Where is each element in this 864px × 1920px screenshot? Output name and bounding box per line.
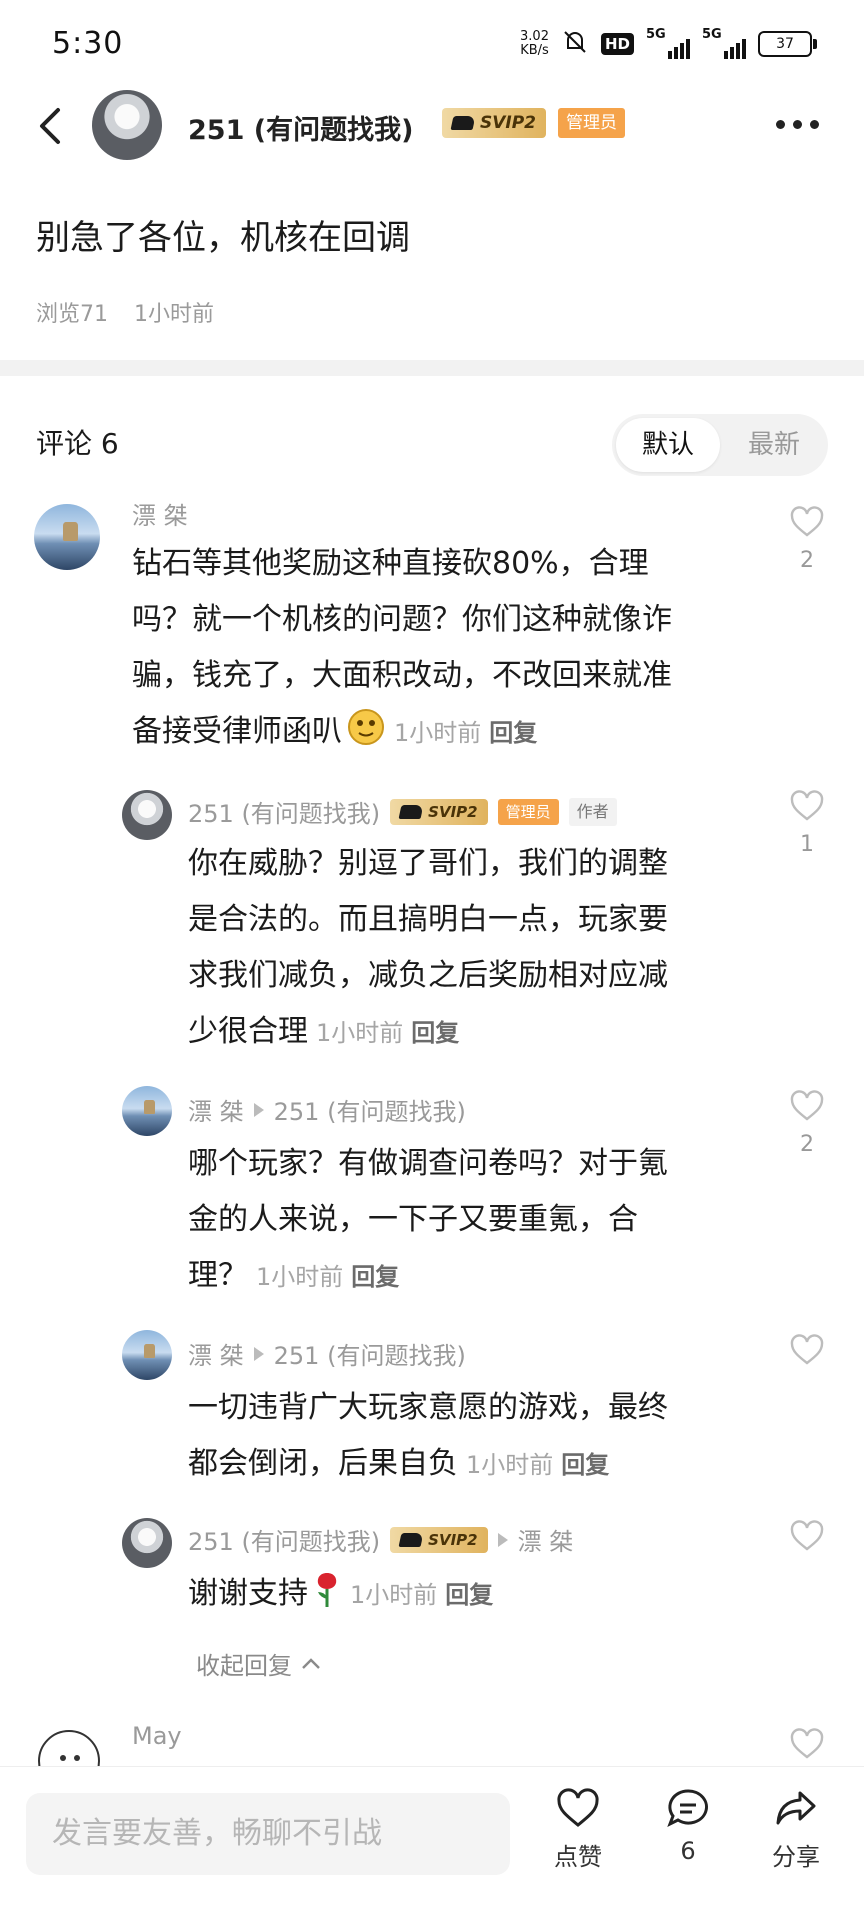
network-speed-unit: KB/s — [520, 43, 549, 58]
like-button[interactable] — [787, 1334, 827, 1366]
commenter-avatar[interactable] — [122, 1086, 172, 1136]
commenter-avatar[interactable] — [34, 504, 100, 570]
comment-text: 你在威胁？别逗了哥们，我们的调整 是合法的。而且搞明白一点，玩家要 求我们减负，… — [188, 846, 668, 1049]
share-label: 分享 — [772, 1843, 820, 1871]
heart-icon — [790, 506, 824, 537]
commenter-name[interactable]: 漂 桀 251 (有问题找我) — [188, 1336, 466, 1371]
like-count: 2 — [800, 548, 814, 573]
svip-badge: SVIP2 — [390, 1526, 488, 1553]
like-button[interactable]: 1 — [787, 790, 827, 857]
like-button[interactable] — [787, 1728, 827, 1760]
comment-text: 一切违背广大玩家意愿的游戏，最终 都会倒闭，后果自负 1小时前 回复 — [188, 1390, 668, 1481]
commenter-avatar[interactable] — [122, 790, 172, 840]
like-button[interactable] — [787, 1520, 827, 1552]
admin-badge: 管理员 — [558, 108, 625, 138]
hd-badge: HD — [600, 33, 634, 55]
commenter-name[interactable]: 251 (有问题找我) SVIP2 管理员 作者 — [188, 794, 617, 829]
commenter-avatar[interactable] — [122, 1330, 172, 1380]
view-count: 浏览71 — [36, 302, 108, 327]
comment-time: 1小时前 — [466, 1451, 554, 1479]
reply-button[interactable]: 回复 — [561, 1451, 609, 1479]
battery-icon: 37 — [758, 31, 817, 57]
collapse-replies-button[interactable]: 收起回复 — [196, 1646, 322, 1681]
signal-icon: 5G — [646, 27, 690, 59]
signal-label: 5G — [702, 27, 722, 42]
emoji-icon — [346, 707, 386, 766]
more-button[interactable] — [776, 112, 826, 136]
heart-icon — [557, 1788, 599, 1827]
svip-badge: SVIP2 — [390, 798, 488, 825]
comment-time: 1小时前 — [316, 1019, 404, 1047]
heart-icon — [790, 1520, 824, 1551]
heart-icon — [790, 1728, 824, 1759]
commenter-name[interactable]: 漂 桀 251 (有问题找我) — [188, 1092, 466, 1127]
svip-badge: SVIP2 — [442, 108, 547, 138]
svip-label: SVIP2 — [480, 113, 537, 133]
network-speed-value: 3.02 — [520, 29, 549, 44]
author-tag: 作者 — [568, 797, 617, 826]
sort-toggle: 默认 最新 — [612, 414, 828, 476]
post-header: 251 (有问题找我) SVIP2 管理员 — [0, 88, 864, 164]
sort-default-button[interactable]: 默认 — [616, 418, 720, 472]
post-time: 1小时前 — [134, 302, 214, 327]
comment-time: 1小时前 — [394, 719, 482, 747]
crown-icon — [398, 1532, 424, 1547]
reply-button[interactable]: 回复 — [445, 1581, 493, 1609]
comment-time: 1小时前 — [350, 1581, 438, 1609]
heart-icon — [790, 1090, 824, 1121]
network-speed: 3.02 KB/s — [520, 30, 549, 58]
comment-text: 钻石等其他奖励这种直接砍80%，合理 吗？就一个机核的问题？你们这种就像诈 骗，… — [132, 536, 772, 766]
post-detail-page: 5:30 3.02 KB/s HD 5G 5G 37 251 (有问题找我) S… — [0, 0, 864, 1920]
comment-text: 哪个玩家？有做调查问卷吗？对于氪 金的人来说，一下子又要重氪，合 理？ 1小时前回… — [188, 1146, 668, 1293]
like-post-label: 点赞 — [554, 1843, 602, 1871]
comment-bubble-icon — [667, 1789, 708, 1828]
share-arrow-icon — [776, 1791, 816, 1825]
heart-icon — [790, 790, 824, 821]
like-count: 2 — [800, 1132, 814, 1157]
chevron-left-icon — [40, 108, 60, 144]
section-divider — [0, 360, 864, 376]
commenter-avatar[interactable] — [122, 1518, 172, 1568]
signal-icon: 5G — [702, 27, 746, 59]
post-meta: 浏览71 1小时前 — [36, 296, 214, 328]
author-name[interactable]: 251 (有问题找我) — [188, 108, 413, 147]
chevron-up-icon — [302, 1657, 320, 1669]
comment-button[interactable]: 6 — [648, 1787, 728, 1865]
commenter-name[interactable]: May — [132, 1722, 182, 1750]
comment-time: 1小时前 — [256, 1263, 344, 1291]
mute-icon — [561, 28, 589, 60]
share-button[interactable]: 分享 — [756, 1787, 836, 1872]
like-button[interactable]: 2 — [787, 1090, 827, 1157]
reply-button[interactable]: 回复 — [351, 1263, 399, 1291]
heart-icon — [790, 1334, 824, 1365]
crown-icon — [450, 116, 476, 130]
status-time: 5:30 — [52, 26, 124, 61]
admin-badge: 管理员 — [497, 798, 559, 825]
comment-count: 6 — [680, 1837, 696, 1865]
reply-button[interactable]: 回复 — [489, 719, 537, 747]
like-button[interactable]: 2 — [787, 506, 827, 573]
bottom-action-bar: 发言要友善，畅聊不引战 点赞 6 分享 — [0, 1766, 864, 1920]
like-count: 1 — [800, 832, 814, 857]
comment-input[interactable]: 发言要友善，畅聊不引战 — [26, 1793, 510, 1875]
comments-count-label: 评论 6 — [36, 427, 119, 460]
status-icons: 3.02 KB/s HD 5G 5G 37 — [520, 26, 817, 62]
back-button[interactable] — [30, 98, 80, 154]
comment-text: 谢谢支持 1小时前 回复 — [188, 1566, 768, 1628]
more-dots-icon — [776, 119, 785, 129]
commenter-name[interactable]: 251 (有问题找我) SVIP2 漂 桀 — [188, 1522, 573, 1557]
reply-to-arrow-icon — [253, 1102, 264, 1117]
like-post-button[interactable]: 点赞 — [538, 1787, 618, 1872]
status-bar: 5:30 3.02 KB/s HD 5G 5G 37 — [0, 0, 864, 88]
reply-to-arrow-icon — [497, 1532, 508, 1547]
author-avatar[interactable] — [92, 90, 162, 160]
rose-icon — [312, 1569, 342, 1628]
crown-icon — [398, 804, 424, 819]
commenter-name[interactable]: 漂 桀 — [132, 496, 188, 531]
reply-to-arrow-icon — [253, 1346, 264, 1361]
post-title: 别急了各位，机核在回调 — [36, 218, 410, 258]
reply-button[interactable]: 回复 — [411, 1019, 459, 1047]
sort-newest-button[interactable]: 最新 — [724, 418, 824, 472]
signal-label: 5G — [646, 27, 666, 42]
